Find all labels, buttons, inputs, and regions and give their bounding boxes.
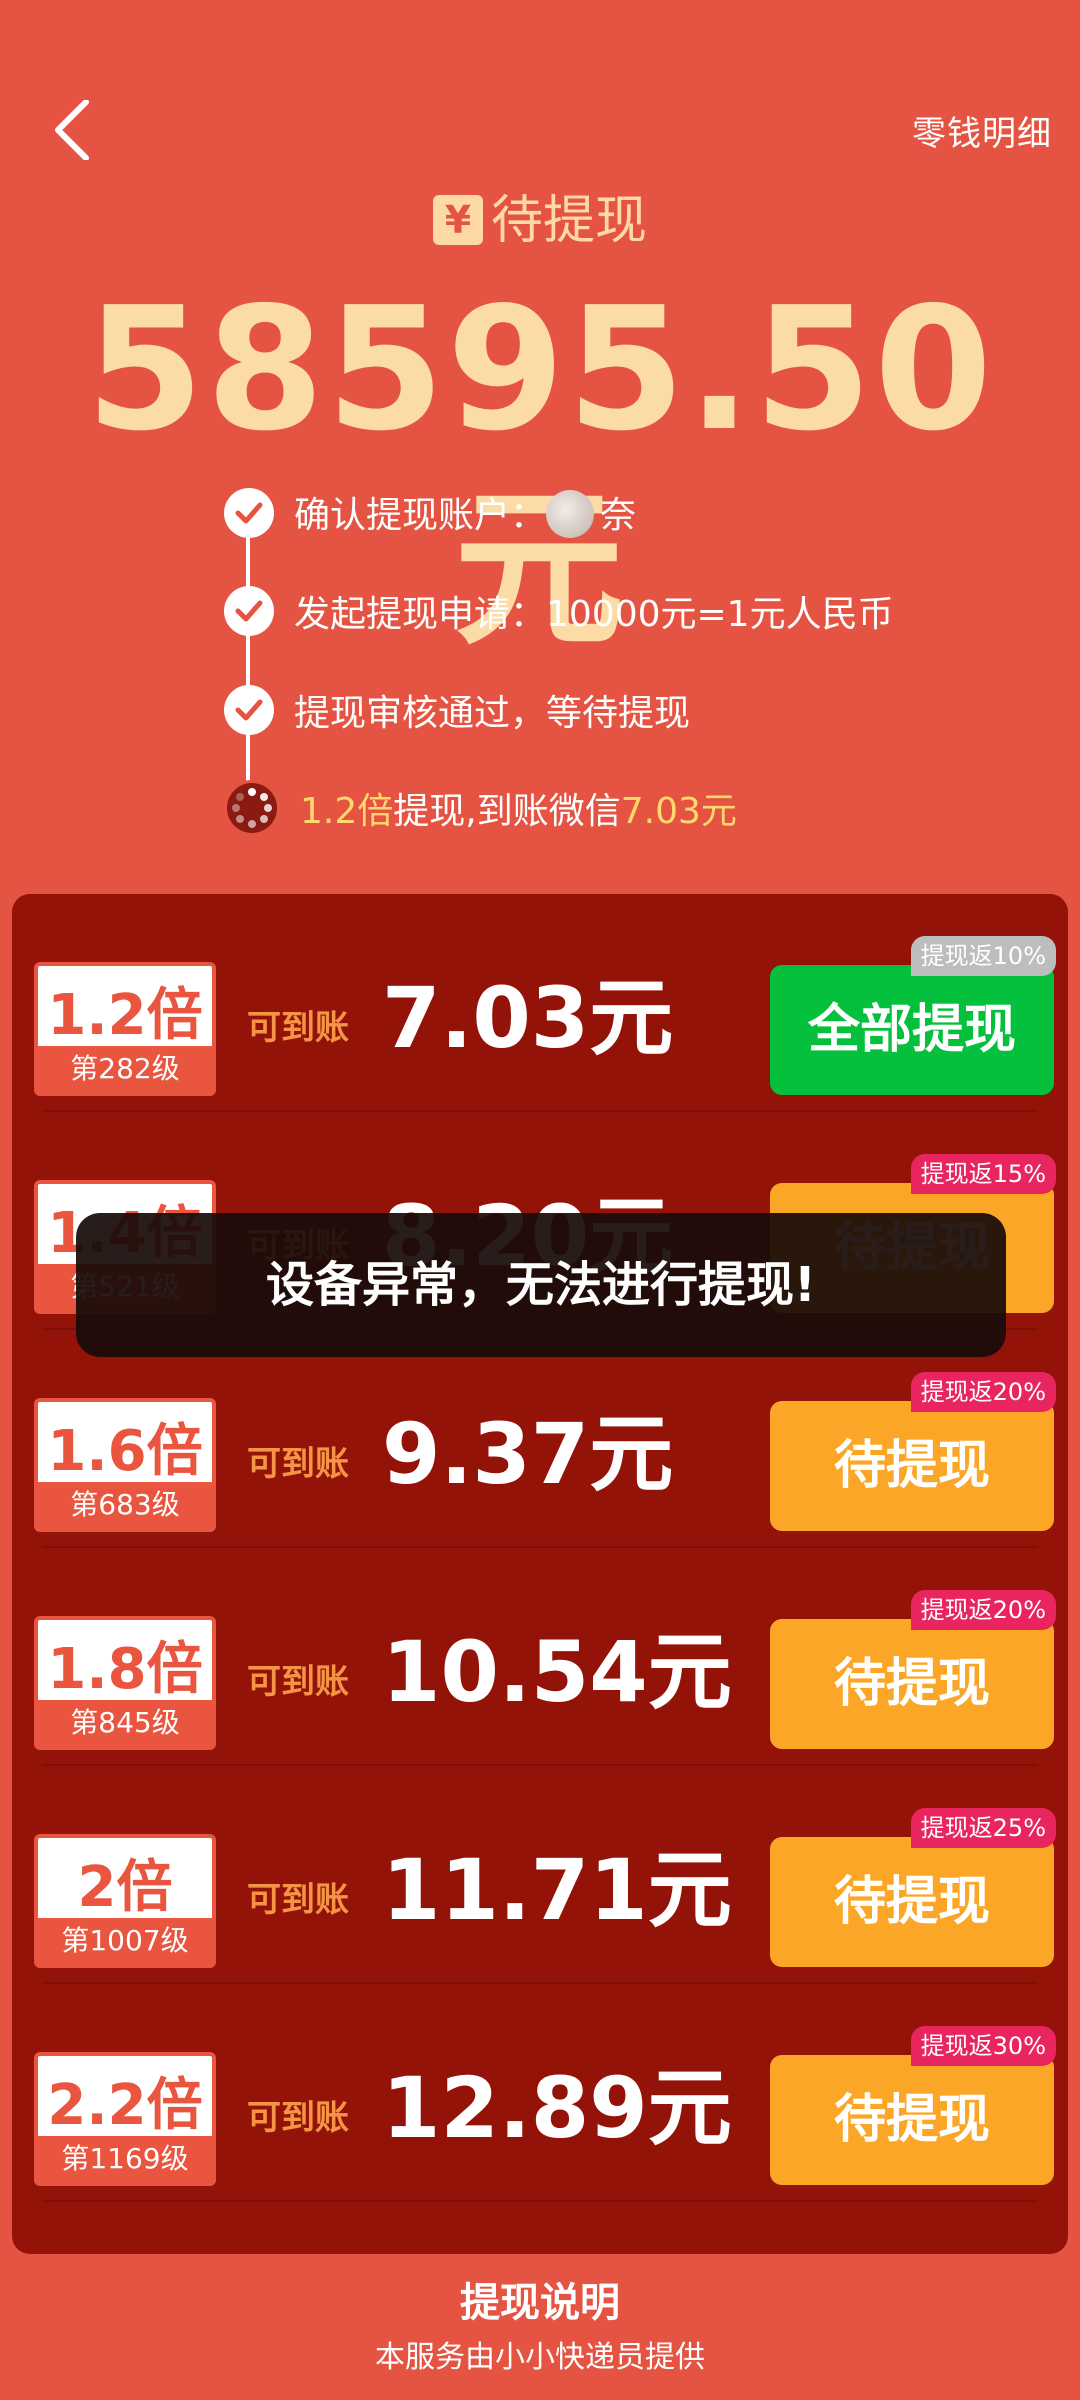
check-circle-icon: [224, 586, 274, 636]
step-label: 提现审核通过，等待提现: [294, 693, 691, 734]
level-label: 第1169级: [38, 2136, 212, 2182]
multiplier-badge: 1.2倍 第282级: [34, 962, 216, 1096]
service-provider-text: 本服务由小小快递员提供: [375, 2340, 705, 2375]
check-circle-icon: [224, 685, 274, 735]
withdraw-option-row: 1.2倍 第282级 可到账 7.03元 全部提现 提现返10%: [12, 894, 1068, 1112]
pending-title: ¥ 待提现: [0, 178, 1080, 253]
level-label: 第683级: [38, 1482, 212, 1528]
multiplier-badge: 2倍 第1007级: [34, 1834, 216, 1968]
pending-withdraw-button[interactable]: 待提现: [770, 2055, 1054, 2185]
withdraw-option-row: 2倍 第1007级 可到账 11.71元 待提现 提现返25%: [12, 1766, 1068, 1984]
receive-amount: 9.37元: [382, 1405, 674, 1503]
withdraw-all-button[interactable]: 全部提现: [770, 965, 1054, 1095]
multiplier-badge: 1.8倍 第845级: [34, 1616, 216, 1750]
receive-amount: 7.03元: [382, 969, 674, 1067]
multiplier-badge: 2.2倍 第1169级: [34, 2052, 216, 2186]
withdraw-option-row: 2.2倍 第1169级 可到账 12.89元 待提现 提现返30%: [12, 1984, 1068, 2202]
withdraw-option-row: 1.6倍 第683级 可到账 9.37元 待提现 提现返20%: [12, 1330, 1068, 1548]
cashback-tag: 提现返20%: [910, 1372, 1056, 1412]
pending-withdraw-button[interactable]: 待提现: [770, 1837, 1054, 1967]
receive-label: 可到账: [247, 1444, 349, 1484]
cashback-tag: 提现返15%: [910, 1154, 1056, 1194]
step-confirm-account: 确认提现账户： 奈: [224, 488, 636, 538]
loading-icon: [224, 780, 280, 836]
multiplier-value: 1.2倍: [47, 983, 203, 1048]
back-button[interactable]: [52, 99, 92, 161]
receive-amount: 12.89元: [382, 2059, 732, 2157]
level-label: 第282级: [38, 1046, 212, 1092]
multiplier-value: 2倍: [77, 1855, 173, 1920]
step-label: 确认提现账户：: [294, 494, 547, 536]
withdraw-option-row: 1.8倍 第845级 可到账 10.54元 待提现 提现返20%: [12, 1548, 1068, 1766]
receive-amount: 10.54元: [382, 1623, 732, 1721]
avatar: [546, 489, 595, 538]
pending-withdraw-button[interactable]: 待提现: [770, 1619, 1054, 1749]
multiplier-value: 2.2倍: [47, 2073, 203, 2138]
cashback-tag: 提现返25%: [910, 1808, 1056, 1848]
cashback-tag: 提现返20%: [910, 1590, 1056, 1630]
pending-withdraw-button[interactable]: 待提现: [770, 1401, 1054, 1531]
error-toast: 设备异常，无法进行提现!: [76, 1213, 1006, 1357]
level-label: 第1007级: [38, 1918, 212, 1964]
receive-label: 可到账: [247, 1880, 349, 1920]
divider: [42, 2200, 1038, 2202]
cashback-tag: 提现返10%: [910, 936, 1056, 976]
multiplier-value: 1.6倍: [47, 1419, 203, 1484]
chevron-left-icon: [55, 99, 89, 161]
cashback-tag: 提现返30%: [910, 2026, 1056, 2066]
step-current: 1.2倍提现,到账微信7.03元: [224, 780, 737, 836]
level-label: 第845级: [38, 1700, 212, 1746]
withdraw-options-panel: 1.2倍 第282级 可到账 7.03元 全部提现 提现返10% 1.4倍 第5…: [12, 894, 1068, 2254]
check-circle-icon: [224, 488, 274, 538]
current-amount: 7.03元: [620, 791, 737, 832]
current-text: 提现,到账微信: [393, 791, 621, 832]
timeline-line: [246, 510, 250, 800]
receive-label: 可到账: [247, 1008, 349, 1048]
step-approved: 提现审核通过，等待提现: [224, 685, 690, 735]
receive-label: 可到账: [247, 1662, 349, 1702]
account-name: 奈: [600, 494, 637, 536]
multiplier-badge: 1.6倍 第683级: [34, 1398, 216, 1532]
multiplier-value: 1.8倍: [47, 1637, 203, 1702]
step-label: 发起提现申请：10000元=1元人民币: [294, 594, 894, 635]
pending-title-text: 待提现: [490, 191, 647, 251]
current-multiplier: 1.2倍: [300, 791, 394, 832]
yen-icon: ¥: [432, 195, 483, 245]
withdraw-instructions-link[interactable]: 提现说明: [0, 2270, 1080, 2328]
change-details-link[interactable]: 零钱明细: [912, 106, 1052, 155]
receive-amount: 11.71元: [382, 1841, 732, 1939]
receive-label: 可到账: [247, 2098, 349, 2138]
step-apply: 发起提现申请：10000元=1元人民币: [224, 586, 894, 636]
